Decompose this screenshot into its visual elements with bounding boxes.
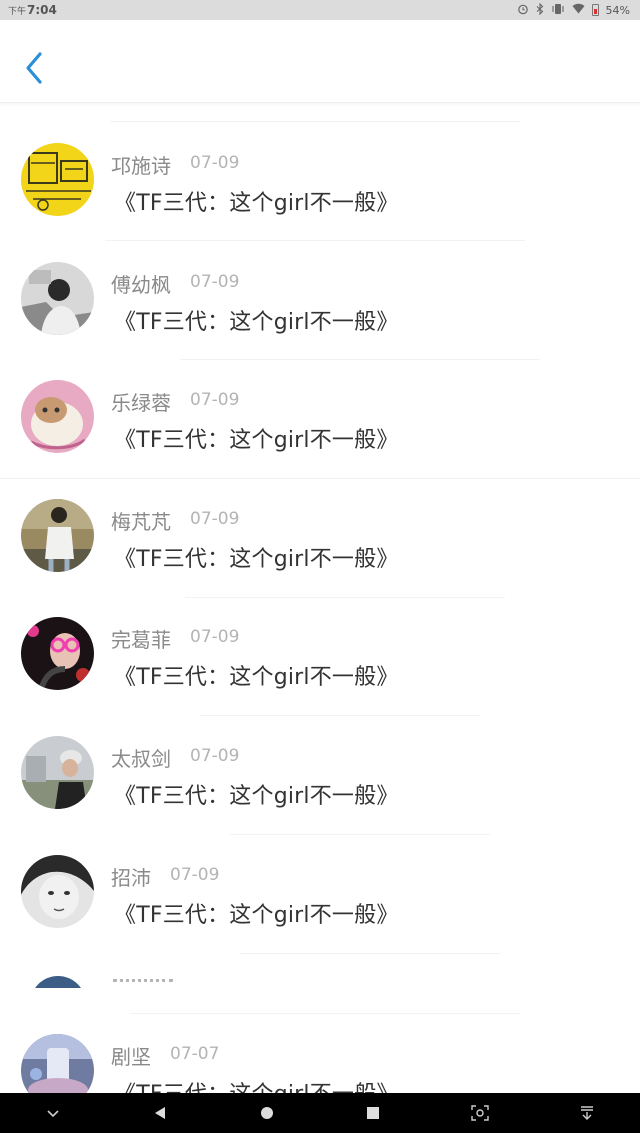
message-date: 07-09 <box>170 865 220 885</box>
contact-name: 傅幼枫 <box>111 273 171 297</box>
pull-down-icon <box>580 1106 593 1120</box>
avatar[interactable] <box>21 617 94 690</box>
status-time: 7:04 <box>27 3 57 17</box>
battery-percent: 54% <box>605 3 630 17</box>
chevron-down-icon <box>47 1110 59 1118</box>
avatar[interactable] <box>21 1034 94 1093</box>
message-text: 《TF三代：这个girl不一般》 <box>114 310 399 335</box>
message-date: 07-09 <box>190 627 240 647</box>
avatar[interactable] <box>21 380 94 453</box>
message-date: 07-09 <box>190 509 240 529</box>
list-item[interactable]: 太叔剑 07-09 《TF三代：这个girl不一般》 <box>0 696 640 814</box>
top-header <box>0 20 640 103</box>
message-date: 07-09 <box>190 390 240 410</box>
contact-name: 乐绿蓉 <box>111 391 171 415</box>
list-item[interactable]: 邛施诗 07-09 《TF三代：这个girl不一般》 <box>0 103 640 221</box>
screenshot-icon <box>471 1105 489 1121</box>
clipped-list-item <box>0 973 640 988</box>
status-period: 下午 <box>8 7 27 17</box>
message-text: 《TF三代：这个girl不一般》 <box>114 903 399 928</box>
message-text: 《TF三代：这个girl不一般》 <box>114 547 399 572</box>
message-text: 《TF三代：这个girl不一般》 <box>114 784 399 809</box>
recents-square-icon <box>367 1107 380 1119</box>
list-item[interactable]: 傅幼枫 07-09 《TF三代：这个girl不一般》 <box>0 222 640 340</box>
list-item[interactable]: 完葛菲 07-09 《TF三代：这个girl不一般》 <box>0 577 640 695</box>
divider <box>240 953 500 954</box>
screenshot-nav-button[interactable] <box>460 1093 500 1133</box>
avatar[interactable] <box>21 855 94 928</box>
avatar[interactable] <box>21 143 94 216</box>
message-date: 07-09 <box>190 272 240 292</box>
message-text: 《TF三代：这个girl不一般》 <box>114 1076 399 1093</box>
alarm-icon <box>517 3 529 18</box>
avatar <box>30 976 86 988</box>
list-item[interactable]: 剧坚 07-07 《TF三代：这个girl不一般》 <box>0 994 640 1093</box>
chevron-left-icon <box>26 52 42 84</box>
back-button[interactable] <box>20 48 50 88</box>
battery-icon <box>591 4 599 16</box>
bluetooth-icon <box>536 2 544 18</box>
list-item[interactable]: 梅芃芃 07-09 《TF三代：这个girl不一般》 <box>0 459 640 577</box>
message-text: 《TF三代：这个girl不一般》 <box>114 665 399 690</box>
message-text: 《TF三代：这个girl不一般》 <box>114 191 399 216</box>
message-date: 07-09 <box>190 153 240 173</box>
clipped-name <box>113 979 173 988</box>
avatar[interactable] <box>21 499 94 572</box>
home-nav-button[interactable] <box>247 1093 287 1133</box>
list-item[interactable]: 招沛 07-09 《TF三代：这个girl不一般》 <box>0 815 640 933</box>
list-item[interactable]: 乐绿蓉 07-09 《TF三代：这个girl不一般》 <box>0 340 640 458</box>
avatar[interactable] <box>21 736 94 809</box>
contact-name: 太叔剑 <box>111 747 171 771</box>
contact-list: 邛施诗 07-09 《TF三代：这个girl不一般》 傅幼枫 07-09 《TF… <box>0 103 640 1093</box>
status-bar: 下午 7:04 54% <box>0 0 640 20</box>
pull-down-nav-button[interactable] <box>567 1093 607 1133</box>
vibrate-icon <box>551 3 565 18</box>
contact-name: 招沛 <box>111 866 151 890</box>
message-date: 07-07 <box>170 1044 220 1064</box>
hide-nav-button[interactable] <box>33 1093 73 1133</box>
avatar[interactable] <box>21 262 94 335</box>
contact-name: 剧坚 <box>111 1045 151 1069</box>
back-nav-button[interactable] <box>140 1093 180 1133</box>
home-circle-icon <box>260 1107 273 1119</box>
message-date: 07-09 <box>190 746 240 766</box>
contact-name: 邛施诗 <box>111 154 171 178</box>
system-nav-bar <box>0 1093 640 1133</box>
back-triangle-icon <box>154 1107 165 1119</box>
contact-name: 完葛菲 <box>111 628 171 652</box>
recents-nav-button[interactable] <box>353 1093 393 1133</box>
contact-name: 梅芃芃 <box>111 510 171 534</box>
message-text: 《TF三代：这个girl不一般》 <box>114 428 399 453</box>
wifi-icon <box>572 3 585 17</box>
